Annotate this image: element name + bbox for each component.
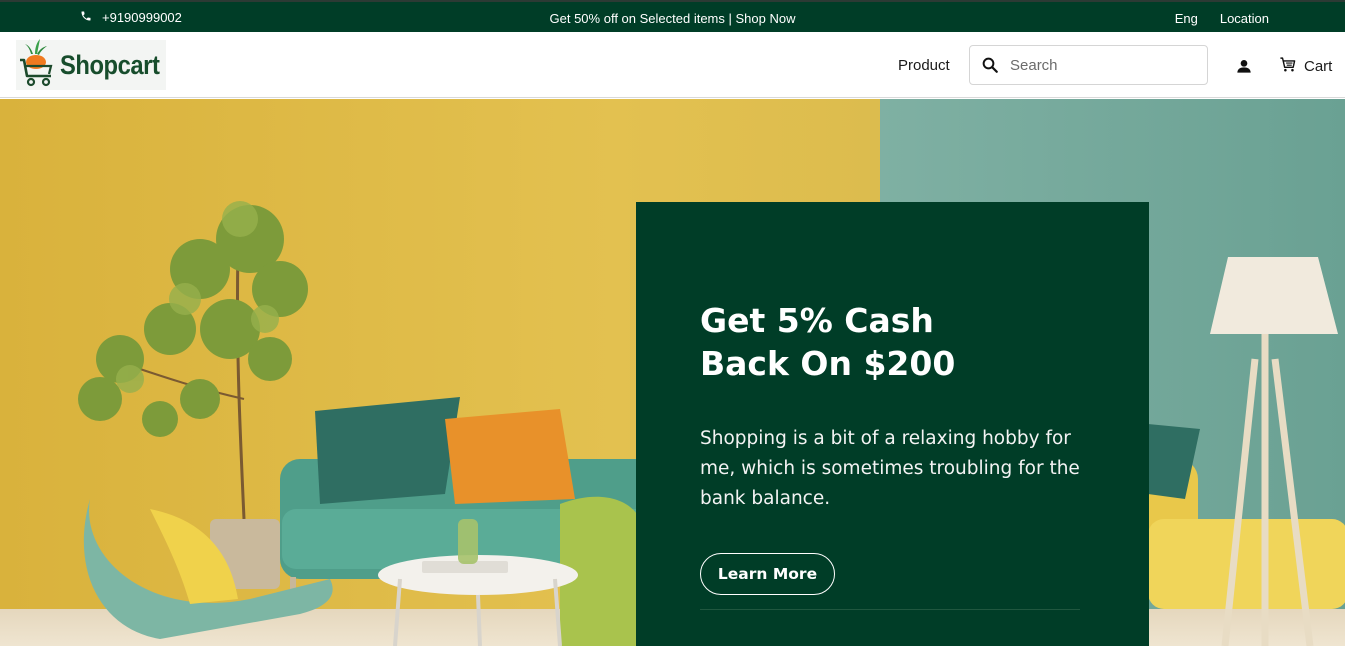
site-header: Shopcart Product Cart <box>0 32 1345 98</box>
promo-message[interactable]: Get 50% off on Selected items | Shop Now <box>0 11 1345 26</box>
divider <box>700 609 1080 610</box>
cart-logo-icon <box>18 38 56 93</box>
promo-title: Get 5% Cash Back On $200 <box>700 299 1100 385</box>
search-input[interactable] <box>1010 56 1195 74</box>
promo-title-line-2: Back On $200 <box>700 344 956 383</box>
promo-card: Get 5% Cash Back On $200 Shopping is a b… <box>636 202 1149 646</box>
promo-description: Shopping is a bit of a relaxing hobby fo… <box>700 428 1080 509</box>
cart-label: Cart <box>1304 58 1333 75</box>
cart-icon <box>1279 56 1296 77</box>
logo-text: Shopcart <box>60 49 160 80</box>
top-promo-bar: +9190999002 Get 50% off on Selected item… <box>0 0 1345 32</box>
user-icon[interactable] <box>1236 58 1252 79</box>
promo-title-line-1: Get 5% Cash <box>700 301 934 340</box>
search-box <box>969 45 1208 85</box>
topbar-right-links: Eng Location <box>1175 11 1269 26</box>
learn-more-button[interactable]: Learn More <box>700 553 835 595</box>
location-link[interactable]: Location <box>1220 11 1269 26</box>
language-selector[interactable]: Eng <box>1175 11 1198 26</box>
nav-product-link[interactable]: Product <box>898 57 950 74</box>
hero-banner: Get 5% Cash Back On $200 Shopping is a b… <box>0 99 1345 646</box>
search-icon[interactable] <box>970 56 1010 74</box>
logo[interactable]: Shopcart <box>16 38 166 93</box>
cart-button[interactable]: Cart <box>1279 56 1332 77</box>
